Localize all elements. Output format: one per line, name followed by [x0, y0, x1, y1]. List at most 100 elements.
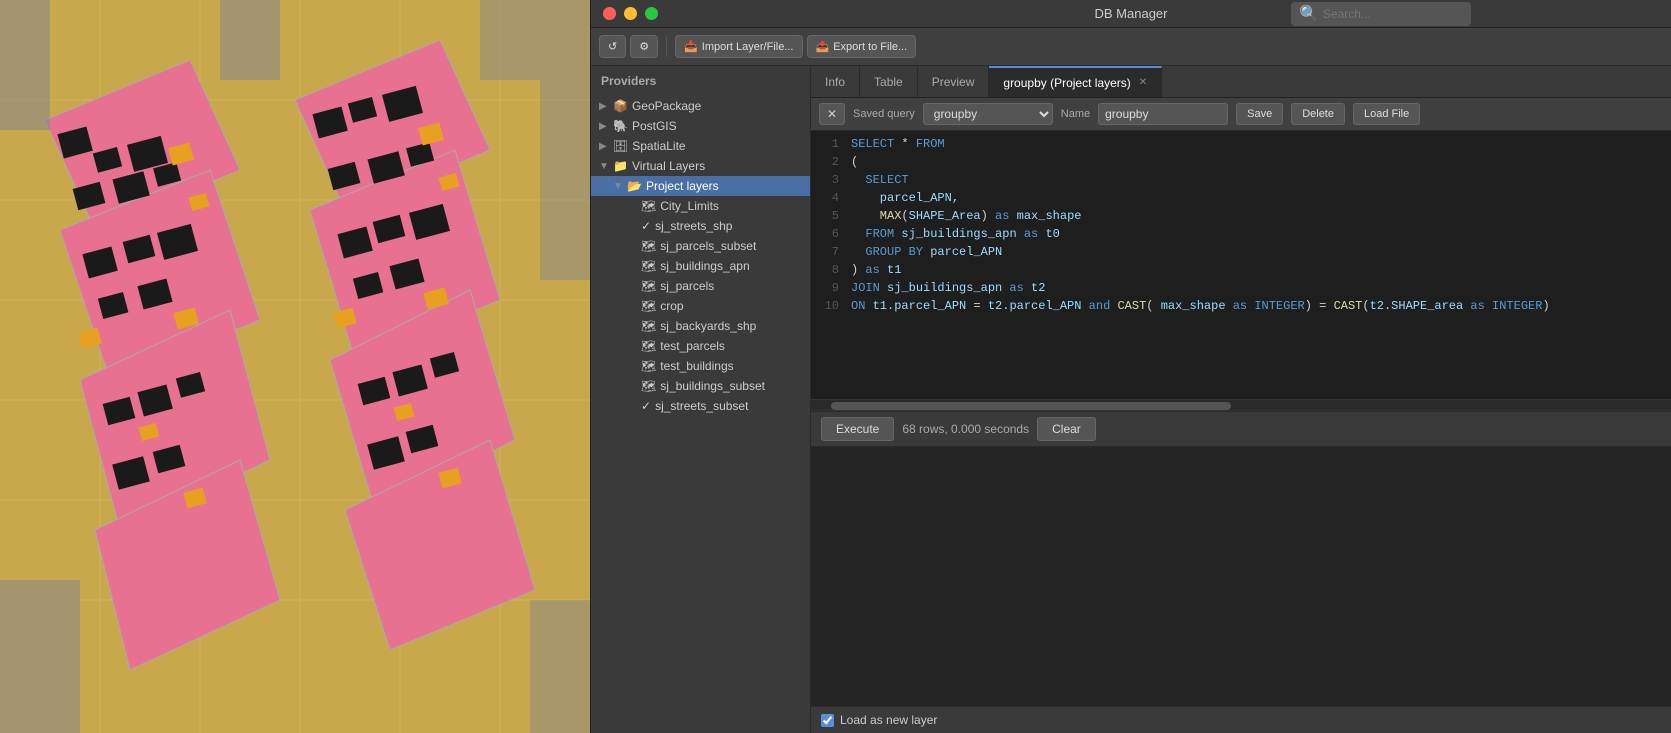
- title-bar: 🔍 DB Manager: [591, 0, 1671, 28]
- search-input-wrap: 🔍: [1291, 2, 1471, 26]
- toolbar-separator: [666, 37, 667, 57]
- tab-label-table: Table: [874, 75, 903, 89]
- sidebar-item-postgis[interactable]: ▶ 🐘 PostGIS: [591, 116, 810, 136]
- sidebar-item-test-buildings[interactable]: 🗺 test_buildings: [591, 356, 810, 376]
- main-toolbar: ↺ ⚙ 📥 Import Layer/File... 📤 Export to F…: [591, 28, 1671, 66]
- sidebar-item-project-layers[interactable]: ▼ 📂 Project layers: [591, 176, 810, 196]
- sql-line-4: 4 parcel_APN,: [811, 189, 1671, 207]
- tab-label-preview: Preview: [932, 75, 975, 89]
- sql-editor[interactable]: 1SELECT * FROM2(3 SELECT4 parcel_APN,5 M…: [811, 131, 1671, 399]
- tree-label-project-layers: Project layers: [646, 179, 719, 193]
- sql-line-10: 10ON t1.parcel_APN = t2.parcel_APN and C…: [811, 297, 1671, 315]
- load-layer-checkbox-wrap[interactable]: Load as new layer: [821, 713, 937, 727]
- tree-icon-sj-parcels-subset: 🗺: [641, 239, 656, 253]
- search-input[interactable]: [1323, 7, 1463, 21]
- clear-results-button[interactable]: Clear: [1037, 417, 1096, 441]
- map-canvas-area: [0, 0, 590, 733]
- sql-line-7: 7 GROUP BY parcel_APN: [811, 243, 1671, 261]
- tab-info[interactable]: Info: [811, 66, 860, 97]
- tree-label-postgis: PostGIS: [632, 119, 677, 133]
- tree-label-sj-buildings-apn: sj_buildings_apn: [660, 259, 749, 273]
- sql-line-8: 8) as t1: [811, 261, 1671, 279]
- tree-label-test-buildings: test_buildings: [660, 359, 733, 373]
- sidebar-item-sj-buildings-apn[interactable]: 🗺 sj_buildings_apn: [591, 256, 810, 276]
- name-label: Name: [1061, 108, 1090, 120]
- tree-icon-sj-buildings-subset: 🗺: [641, 379, 656, 393]
- sidebar-item-sj-buildings-subset[interactable]: 🗺 sj_buildings_subset: [591, 376, 810, 396]
- tree-label-geopackage: GeoPackage: [632, 99, 701, 113]
- tree-icon-geopackage: 📦: [613, 99, 628, 113]
- tree-label-sj-buildings-subset: sj_buildings_subset: [660, 379, 765, 393]
- import-icon: 📥: [684, 40, 698, 53]
- clear-editor-button[interactable]: ✕: [819, 103, 845, 125]
- sidebar-item-sj-streets-shp[interactable]: ✓ sj_streets_shp: [591, 216, 810, 236]
- tab-close-groupby[interactable]: ✕: [1139, 77, 1147, 88]
- saved-query-label: Saved query: [853, 108, 915, 120]
- import-layer-button[interactable]: 📥 Import Layer/File...: [675, 35, 802, 58]
- tree-arrow-virtual-layers: ▼: [599, 161, 609, 172]
- saved-query-select[interactable]: groupby: [923, 103, 1053, 125]
- sidebar-item-geopackage[interactable]: ▶ 📦 GeoPackage: [591, 96, 810, 116]
- line-number-1: 1: [811, 135, 847, 153]
- execute-button[interactable]: Execute: [821, 417, 894, 441]
- sidebar-item-crop[interactable]: 🗺 crop: [591, 296, 810, 316]
- sidebar: Providers ▶ 📦 GeoPackage ▶ 🐘 PostGIS ▶ 🗄…: [591, 66, 811, 733]
- line-number-10: 10: [811, 297, 847, 315]
- tab-preview[interactable]: Preview: [918, 66, 990, 97]
- tree-icon-sj-buildings-apn: 🗺: [641, 259, 656, 273]
- sql-line-3: 3 SELECT: [811, 171, 1671, 189]
- action-bar: Execute 68 rows, 0.000 seconds Clear: [811, 411, 1671, 447]
- line-number-3: 3: [811, 171, 847, 189]
- export-file-button[interactable]: 📤 Export to File...: [807, 35, 917, 58]
- tree-label-sj-parcels: sj_parcels: [660, 279, 714, 293]
- sidebar-item-city-limits[interactable]: 🗺 City_Limits: [591, 196, 810, 216]
- results-area[interactable]: [811, 447, 1671, 707]
- refresh-button[interactable]: ↺: [599, 35, 626, 58]
- tree-label-sj-streets-subset: sj_streets_subset: [655, 399, 748, 413]
- sql-line-9: 9JOIN sj_buildings_apn as t2: [811, 279, 1671, 297]
- line-content-10: ON t1.parcel_APN = t2.parcel_APN and CAS…: [847, 297, 1671, 315]
- line-content-8: ) as t1: [847, 261, 1671, 279]
- load-layer-checkbox[interactable]: [821, 714, 834, 727]
- window-controls: [603, 7, 658, 20]
- query-status: 68 rows, 0.000 seconds: [902, 422, 1029, 436]
- sql-line-1: 1SELECT * FROM: [811, 135, 1671, 153]
- tree-icon-postgis: 🐘: [613, 119, 628, 133]
- tree-label-sj-parcels-subset: sj_parcels_subset: [660, 239, 756, 253]
- tree-label-spatialite: SpatiaLite: [632, 139, 685, 153]
- sql-line-2: 2(: [811, 153, 1671, 171]
- line-content-2: (: [847, 153, 1671, 171]
- editor-scrollbar[interactable]: [811, 399, 1671, 411]
- sidebar-item-sj-backyards-shp[interactable]: 🗺 sj_backyards_shp: [591, 316, 810, 336]
- query-name-input[interactable]: [1098, 103, 1228, 125]
- load-layer-label: Load as new layer: [840, 713, 937, 727]
- tree-arrow-spatialite: ▶: [599, 141, 609, 152]
- tree-icon-test-buildings: 🗺: [641, 359, 656, 373]
- sql-line-5: 5 MAX(SHAPE_Area) as max_shape: [811, 207, 1671, 225]
- delete-query-button[interactable]: Delete: [1291, 103, 1345, 125]
- sidebar-item-virtual-layers[interactable]: ▼ 📁 Virtual Layers: [591, 156, 810, 176]
- sidebar-item-test-parcels[interactable]: 🗺 test_parcels: [591, 336, 810, 356]
- tab-groupby[interactable]: groupby (Project layers)✕: [989, 66, 1162, 97]
- sidebar-item-sj-streets-subset[interactable]: ✓ sj_streets_subset: [591, 396, 810, 416]
- tree-icon-sj-streets-subset: ✓: [641, 399, 651, 413]
- close-button[interactable]: [603, 7, 616, 20]
- line-number-7: 7: [811, 243, 847, 261]
- load-file-button[interactable]: Load File: [1353, 103, 1420, 125]
- sidebar-item-sj-parcels[interactable]: 🗺 sj_parcels: [591, 276, 810, 296]
- save-query-button[interactable]: Save: [1236, 103, 1283, 125]
- tree-arrow-postgis: ▶: [599, 121, 609, 132]
- minimize-button[interactable]: [624, 7, 637, 20]
- sidebar-item-spatialite[interactable]: ▶ 🗄 SpatiaLite: [591, 136, 810, 156]
- tree-icon-virtual-layers: 📁: [613, 159, 628, 173]
- refresh-icon: ↺: [608, 40, 617, 53]
- sidebar-item-sj-parcels-subset[interactable]: 🗺 sj_parcels_subset: [591, 236, 810, 256]
- maximize-button[interactable]: [645, 7, 658, 20]
- properties-button[interactable]: ⚙: [630, 35, 658, 58]
- line-content-5: MAX(SHAPE_Area) as max_shape: [847, 207, 1671, 225]
- tree-icon-project-layers: 📂: [627, 179, 642, 193]
- main-content: Providers ▶ 📦 GeoPackage ▶ 🐘 PostGIS ▶ 🗄…: [591, 66, 1671, 733]
- editor-scrollbar-thumb: [831, 402, 1231, 410]
- tree-icon-sj-backyards-shp: 🗺: [641, 319, 656, 333]
- tab-table[interactable]: Table: [860, 66, 918, 97]
